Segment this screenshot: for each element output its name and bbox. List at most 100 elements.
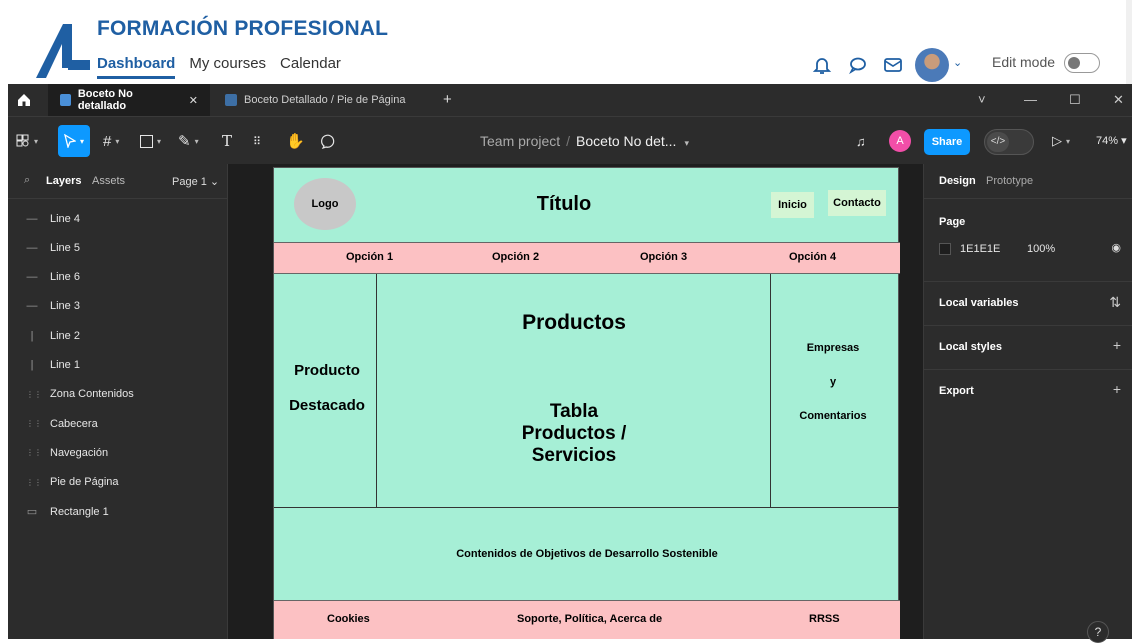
user-avatar[interactable]: A xyxy=(889,130,911,152)
wf-nav-option[interactable]: Opción 1 xyxy=(346,251,393,263)
edit-mode-label: Edit mode xyxy=(992,54,1056,70)
dev-mode-toggle[interactable]: </> xyxy=(984,129,1034,155)
tab-boceto-no-detallado[interactable]: Boceto No detallado ✕ xyxy=(48,84,210,116)
layer-row[interactable]: | Line 2 xyxy=(8,321,228,350)
pen-tool-button[interactable]: ✎ ▾ xyxy=(178,129,199,153)
wf-sidebar-line: Comentarios xyxy=(799,410,867,422)
wf-ods-content[interactable]: Contenidos de Objetivos de Desarrollo So… xyxy=(374,544,800,564)
layer-row[interactable]: ⋮⋮ Zona Contenidos xyxy=(8,380,228,409)
cursor-icon xyxy=(64,134,76,148)
zoom-level[interactable]: 74% ▾ xyxy=(1096,134,1127,147)
add-icon[interactable]: + xyxy=(1113,381,1121,397)
wf-line-1[interactable] xyxy=(376,274,377,507)
site-title[interactable]: FORMACIÓN PROFESIONAL xyxy=(97,17,388,41)
help-button[interactable]: ? xyxy=(1087,621,1109,643)
layer-name: Line 3 xyxy=(50,300,80,313)
close-icon[interactable]: ✕ xyxy=(189,94,198,107)
layer-name: Line 4 xyxy=(50,212,80,225)
wf-companies-comments[interactable]: Empresas y Comentarios xyxy=(774,332,892,432)
group-icon: ⋮⋮ xyxy=(26,389,42,399)
local-variables-section[interactable]: Local variables ⇅ xyxy=(924,282,1132,326)
present-button[interactable]: ▷ ▾ xyxy=(1052,129,1070,153)
canvas[interactable]: Logo Título Inicio Contacto Opción 1 Opc… xyxy=(229,164,923,639)
wf-footer-support[interactable]: Soporte, Política, Acerca de xyxy=(517,613,662,625)
wf-inicio-button[interactable]: Inicio xyxy=(771,192,814,218)
nav-calendar[interactable]: Calendar xyxy=(280,55,341,79)
resources-button[interactable]: ⠿ xyxy=(253,129,261,153)
main-menu-button[interactable]: ▾ xyxy=(16,129,38,153)
wf-title[interactable]: Título xyxy=(484,184,644,224)
comment-tool-button[interactable] xyxy=(321,129,336,153)
minimize-icon[interactable]: — xyxy=(1024,92,1037,107)
wf-featured-product[interactable]: Producto Destacado xyxy=(282,354,372,422)
layer-row[interactable]: ⋮⋮ Cabecera xyxy=(8,409,228,438)
wf-contacto-button[interactable]: Contacto xyxy=(828,190,886,216)
move-tool-button[interactable]: ▾ xyxy=(58,125,91,157)
chat-icon[interactable] xyxy=(848,55,868,75)
search-icon[interactable]: ⌕ xyxy=(24,174,30,187)
breadcrumb-file[interactable]: Boceto No det... xyxy=(576,133,676,149)
wf-footer-rrss[interactable]: RRSS xyxy=(809,613,840,625)
variables-icon[interactable]: ⇅ xyxy=(1109,294,1121,311)
wf-products-table[interactable]: Tabla Productos / Servicios xyxy=(474,396,674,472)
audio-button[interactable]: ♫ xyxy=(856,129,866,153)
design-panel-tabs: Design Prototype xyxy=(924,164,1132,199)
shape-tool-button[interactable]: ▾ xyxy=(140,129,161,153)
tab-design[interactable]: Design xyxy=(939,175,976,187)
wf-footer-cookies[interactable]: Cookies xyxy=(327,613,370,625)
wf-nav-option[interactable]: Opción 2 xyxy=(492,251,539,263)
text-tool-button[interactable]: T xyxy=(222,129,232,153)
wireframe-frame[interactable]: Logo Título Inicio Contacto Opción 1 Opc… xyxy=(273,167,900,639)
layer-row[interactable]: — Line 4 xyxy=(8,204,228,233)
layer-row[interactable]: — Line 6 xyxy=(8,263,228,292)
local-styles-section[interactable]: Local styles + xyxy=(924,326,1132,370)
figma-file-icon xyxy=(60,94,71,106)
layer-row[interactable]: ⋮⋮ Pie de Página xyxy=(8,468,228,497)
eye-icon[interactable]: ◉ xyxy=(1111,241,1121,254)
wf-featured-line: Producto xyxy=(294,362,360,379)
chevron-down-icon[interactable]: ⌄ xyxy=(953,56,962,69)
avatar[interactable] xyxy=(915,48,949,82)
hand-tool-button[interactable]: ✋ xyxy=(286,129,305,153)
new-tab-icon[interactable]: + xyxy=(443,91,452,108)
layer-row[interactable]: ⋮⋮ Navegación xyxy=(8,438,228,467)
chevron-down-icon[interactable]: ˅ xyxy=(978,92,986,107)
wf-nav-option[interactable]: Opción 3 xyxy=(640,251,687,263)
tab-assets[interactable]: Assets xyxy=(92,175,125,187)
wf-line-3[interactable] xyxy=(274,507,900,508)
share-button[interactable]: Share xyxy=(924,129,970,155)
page-color-swatch[interactable] xyxy=(939,243,951,255)
wf-logo[interactable]: Logo xyxy=(294,178,356,230)
add-icon[interactable]: + xyxy=(1113,337,1121,353)
nav-my-courses[interactable]: My courses xyxy=(189,55,266,79)
layer-row[interactable]: — Line 3 xyxy=(8,292,228,321)
window-close-icon[interactable]: ✕ xyxy=(1113,92,1124,108)
chevron-down-icon[interactable]: ▾ xyxy=(684,138,689,148)
mail-icon[interactable] xyxy=(883,55,903,75)
page-scrollbar[interactable] xyxy=(1126,0,1132,84)
breadcrumb[interactable]: Team project / Boceto No det... ▾ xyxy=(480,133,689,149)
layer-row[interactable]: | Line 1 xyxy=(8,351,228,380)
home-icon[interactable] xyxy=(16,92,32,108)
breadcrumb-project[interactable]: Team project xyxy=(480,133,560,149)
design-panel: Design Prototype Page 1E1E1E 100% ◉ Loca… xyxy=(923,164,1132,639)
frame-tool-button[interactable]: # ▾ xyxy=(103,129,119,153)
wf-nav-option[interactable]: Opción 4 xyxy=(789,251,836,263)
layer-row[interactable]: — Line 5 xyxy=(8,233,228,262)
tab-layers[interactable]: Layers xyxy=(46,175,81,187)
layer-row[interactable]: ▭ Rectangle 1 xyxy=(8,497,228,526)
bell-icon[interactable] xyxy=(812,55,832,75)
nav-dashboard[interactable]: Dashboard xyxy=(97,55,176,79)
page-selector[interactable]: Page 1 ⌄ xyxy=(172,175,219,188)
edit-mode-toggle[interactable] xyxy=(1064,53,1100,73)
maximize-icon[interactable]: ☐ xyxy=(1069,92,1081,108)
page-opacity-value[interactable]: 100% xyxy=(1027,243,1055,255)
wf-products-heading[interactable]: Productos xyxy=(474,308,674,338)
tab-prototype[interactable]: Prototype xyxy=(986,175,1033,187)
layer-name: Line 6 xyxy=(50,271,80,284)
page-color-value[interactable]: 1E1E1E xyxy=(960,243,1000,255)
tab-boceto-detallado[interactable]: Boceto Detallado / Pie de Página xyxy=(213,84,417,116)
site-logo[interactable] xyxy=(32,22,94,80)
export-section[interactable]: Export + xyxy=(924,370,1132,414)
wf-line-2[interactable] xyxy=(770,274,771,507)
